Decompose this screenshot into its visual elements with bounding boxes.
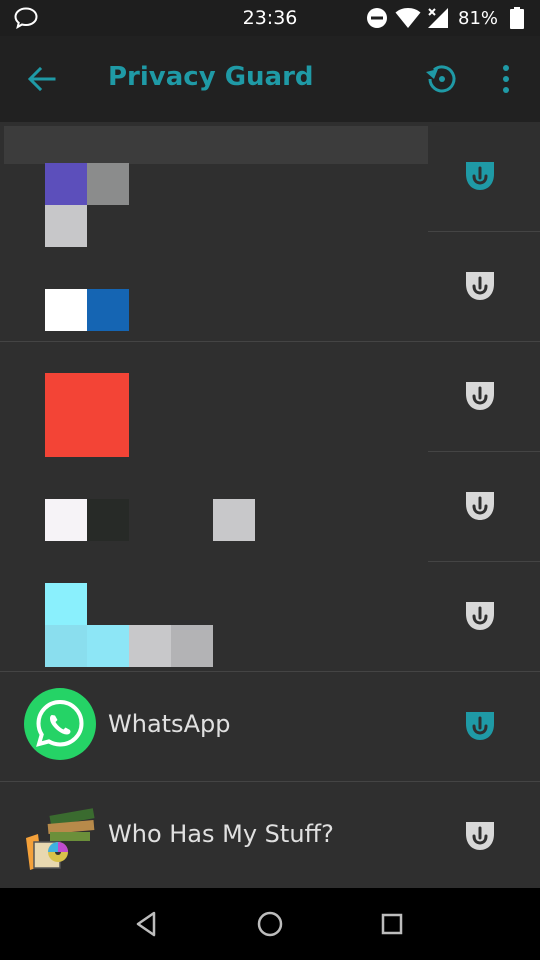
arrow-back-icon[interactable] — [26, 64, 58, 94]
app-icon-pixel — [45, 289, 87, 331]
home-circle-icon[interactable] — [254, 908, 286, 940]
screen: 23:36 81% Privacy Guard WhatsApp Who Has… — [0, 0, 540, 960]
app-icon-pixel — [171, 625, 213, 667]
battery-icon — [510, 7, 524, 29]
recents-square-icon[interactable] — [376, 908, 408, 940]
privacy-guard-shield-icon[interactable] — [464, 490, 496, 522]
battery-percent: 81% — [458, 8, 499, 29]
books-disc-app-icon — [26, 808, 95, 870]
do-not-disturb-icon — [367, 8, 387, 28]
privacy-guard-shield-icon[interactable] — [464, 380, 496, 412]
system-nav-bar — [0, 888, 540, 960]
app-icon-pixel — [129, 625, 171, 667]
list-item[interactable] — [0, 452, 540, 562]
list-item[interactable] — [0, 122, 540, 247]
app-icon-pixel — [213, 499, 255, 541]
app-name: WhatsApp — [108, 710, 231, 738]
privacy-guard-shield-icon[interactable] — [464, 160, 496, 192]
app-icon-pixel — [87, 163, 129, 205]
cell-signal-icon — [428, 8, 448, 28]
privacy-guard-shield-icon[interactable] — [464, 820, 496, 852]
privacy-guard-shield-icon[interactable] — [464, 600, 496, 632]
app-icon-pixel — [45, 499, 87, 541]
app-icon-pixel — [45, 625, 87, 667]
app-icon-pixel — [87, 625, 129, 667]
back-triangle-icon[interactable] — [130, 908, 162, 940]
list-item[interactable] — [0, 232, 540, 342]
privacy-guard-shield-icon[interactable] — [464, 710, 496, 742]
app-icon-pixel — [87, 499, 129, 541]
page-title: Privacy Guard — [108, 62, 314, 92]
app-icon-pixel — [45, 163, 87, 205]
list-item-who-has-my-stuff[interactable]: Who Has My Stuff? — [0, 782, 540, 892]
list-item[interactable] — [0, 342, 540, 457]
list-item[interactable] — [0, 562, 540, 672]
more-vert-icon[interactable] — [496, 62, 516, 96]
scroll-indicator — [4, 126, 428, 164]
wifi-icon — [395, 8, 421, 28]
privacy-guard-shield-icon[interactable] — [464, 270, 496, 302]
app-list: WhatsApp Who Has My Stuff? — [0, 122, 540, 888]
list-item-whatsapp[interactable]: WhatsApp — [0, 672, 540, 782]
app-icon-pixel — [45, 583, 87, 625]
status-bar: 23:36 81% — [0, 0, 540, 36]
app-toolbar: Privacy Guard — [0, 36, 540, 122]
app-icon-pixel — [45, 373, 129, 457]
whatsapp-app-icon — [24, 688, 96, 760]
app-icon-pixel — [87, 289, 129, 331]
app-name: Who Has My Stuff? — [108, 820, 334, 848]
reset-history-icon[interactable] — [424, 62, 460, 96]
